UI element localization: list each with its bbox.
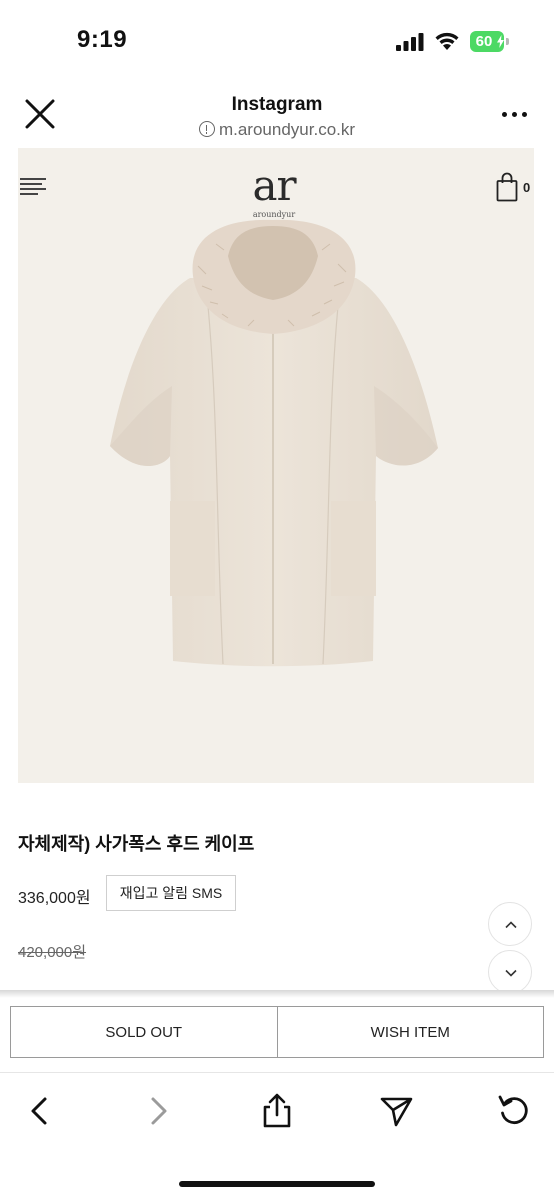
product-hero: ar aroundyur 0 <box>18 148 534 783</box>
page-title: Instagram <box>231 94 323 115</box>
battery-charging-icon: 60 <box>470 31 510 52</box>
chevron-up-icon <box>505 921 517 929</box>
scroll-up-button[interactable] <box>488 902 532 946</box>
send-icon[interactable] <box>376 1091 416 1131</box>
home-indicator[interactable] <box>179 1181 375 1187</box>
restock-sms-button[interactable]: 재입고 알림 SMS <box>106 875 236 911</box>
share-icon[interactable] <box>257 1091 297 1131</box>
status-bar: 9:19 60 <box>0 0 554 82</box>
wifi-icon <box>435 32 459 50</box>
wish-item-button[interactable]: WISH ITEM <box>276 1007 544 1057</box>
hamburger-menu-icon[interactable] <box>20 178 46 198</box>
shopping-bag-icon[interactable] <box>496 172 518 202</box>
product-name: 자체제작) 사가폭스 후드 케이프 <box>18 834 255 854</box>
fur-hood-cape-image[interactable] <box>98 216 448 676</box>
product-price: 336,000원 <box>18 890 91 907</box>
battery-level: 60 <box>475 33 493 50</box>
forward-arrow-icon[interactable] <box>138 1091 178 1131</box>
reload-icon[interactable] <box>494 1091 534 1131</box>
original-price: 420,000원 <box>18 944 87 961</box>
status-time: 9:19 <box>77 26 128 53</box>
divider <box>0 990 554 998</box>
url-text: m.aroundyur.co.kr <box>218 120 356 139</box>
cart-count: 0 <box>523 180 531 195</box>
info-icon[interactable] <box>198 121 215 137</box>
cellular-signal-icon <box>396 33 424 51</box>
action-bar: SOLD OUT WISH ITEM <box>10 1006 544 1058</box>
back-arrow-icon[interactable] <box>20 1091 60 1131</box>
scroll-down-button[interactable] <box>488 950 532 994</box>
url-display[interactable]: m.aroundyur.co.kr <box>0 120 554 140</box>
browser-header: Instagram m.aroundyur.co.kr <box>0 82 554 148</box>
chevron-down-icon <box>505 969 517 977</box>
logo-mark: ar <box>252 161 296 210</box>
more-dots-icon[interactable] <box>500 110 530 120</box>
sold-out-button[interactable]: SOLD OUT <box>11 1007 277 1057</box>
